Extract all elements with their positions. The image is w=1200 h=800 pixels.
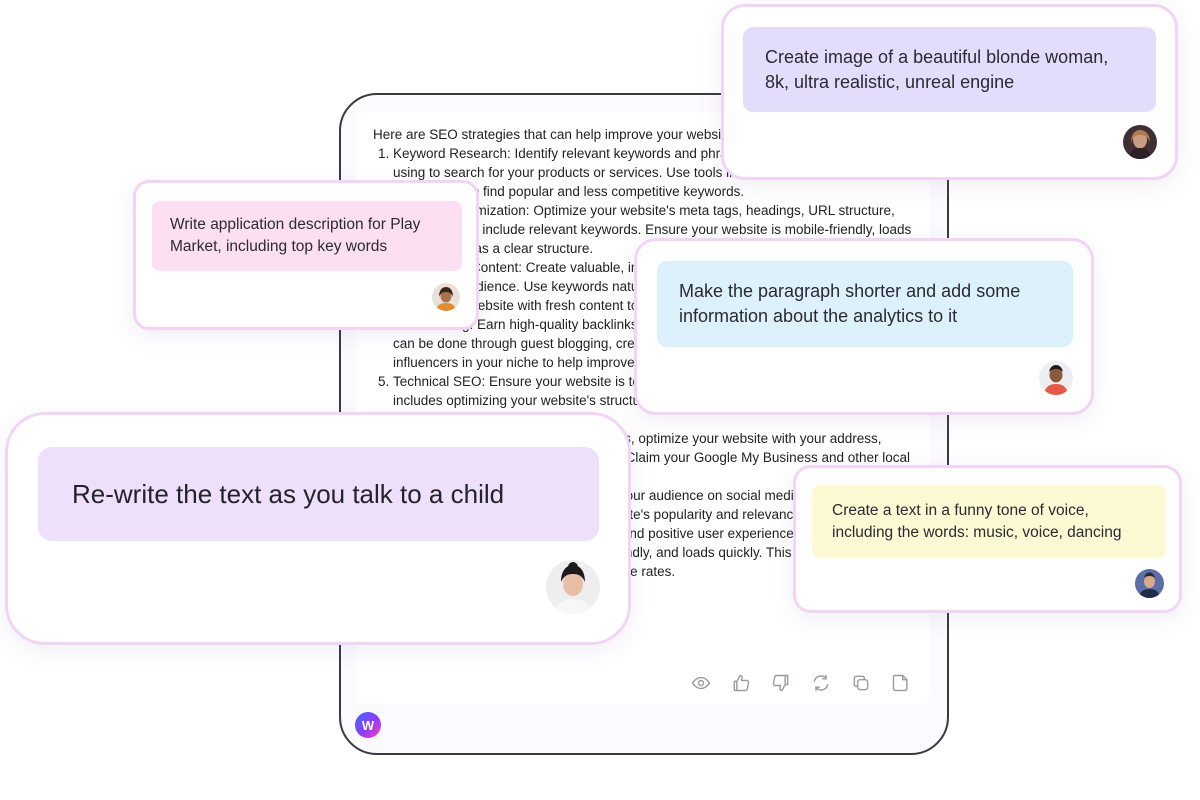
brand-logo-icon: W	[355, 712, 381, 738]
regenerate-icon[interactable]	[810, 672, 832, 694]
eye-icon[interactable]	[690, 672, 712, 694]
message-actions	[690, 672, 912, 694]
note-icon[interactable]	[890, 672, 912, 694]
prompt-card[interactable]: Create image of a beautiful blonde woman…	[721, 4, 1178, 180]
copy-icon[interactable]	[850, 672, 872, 694]
brand-logo-letter: W	[361, 717, 375, 733]
prompt-bubble: Create a text in a funny tone of voice, …	[812, 485, 1166, 558]
prompt-card[interactable]: Write application description for Play M…	[133, 180, 479, 330]
user-avatar-icon	[432, 283, 460, 311]
user-avatar-icon	[1135, 569, 1164, 598]
prompt-bubble: Write application description for Play M…	[152, 201, 462, 271]
prompt-bubble: Re-write the text as you talk to a child	[38, 447, 599, 541]
thumbs-up-icon[interactable]	[730, 672, 752, 694]
user-avatar-icon	[1039, 361, 1073, 395]
prompt-bubble: Make the paragraph shorter and add some …	[657, 261, 1073, 347]
prompt-card[interactable]: Create a text in a funny tone of voice, …	[793, 465, 1182, 613]
thumbs-down-icon[interactable]	[770, 672, 792, 694]
user-avatar-icon	[546, 560, 600, 614]
prompt-card[interactable]: Make the paragraph shorter and add some …	[634, 238, 1094, 415]
prompt-card[interactable]: Re-write the text as you talk to a child	[5, 412, 631, 645]
prompt-bubble: Create image of a beautiful blonde woman…	[743, 27, 1156, 112]
user-avatar-icon	[1123, 125, 1157, 159]
